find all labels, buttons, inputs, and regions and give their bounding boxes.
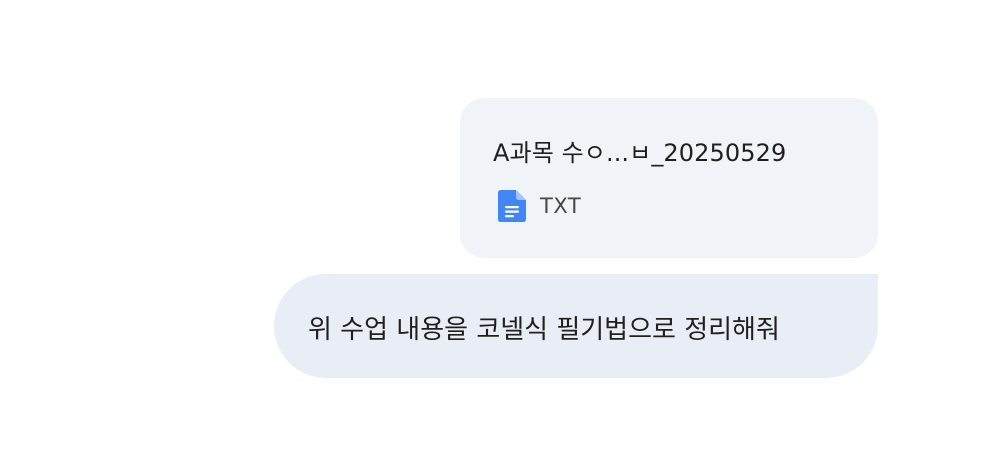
chat-area: A과목 수ㅇ...ㅂ_20250529 TXT 위 수업 내용을 코넬식 필기법… [0, 0, 986, 474]
user-message-text: 위 수업 내용을 코넬식 필기법으로 정리해줘 [308, 315, 780, 345]
file-meta: TXT [498, 190, 581, 222]
file-attachment-card[interactable]: A과목 수ㅇ...ㅂ_20250529 TXT [460, 98, 878, 258]
document-icon [498, 190, 526, 222]
user-message-bubble: 위 수업 내용을 코넬식 필기법으로 정리해줘 [274, 274, 878, 378]
file-type-label: TXT [540, 194, 582, 218]
file-name: A과목 수ㅇ...ㅂ_20250529 [493, 139, 787, 167]
